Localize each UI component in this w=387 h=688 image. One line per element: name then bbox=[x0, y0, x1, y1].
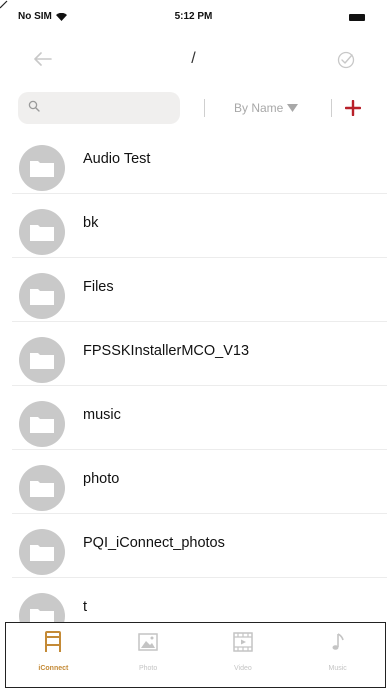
tab-label: Music bbox=[328, 665, 347, 672]
folder-icon bbox=[19, 465, 65, 511]
check-circle-icon bbox=[337, 51, 355, 69]
tab-label: Photo bbox=[138, 665, 158, 672]
add-button[interactable] bbox=[338, 94, 368, 122]
select-button[interactable] bbox=[331, 45, 361, 75]
file-name: PQI_iConnect_photos bbox=[83, 535, 225, 551]
file-list: Audio Test bk Files FPSSKInstallerMCO_V1… bbox=[0, 130, 387, 622]
tab-label: Video bbox=[233, 665, 252, 672]
folder-icon bbox=[19, 529, 65, 575]
list-item[interactable]: Files bbox=[0, 258, 387, 322]
list-item[interactable]: Audio Test bbox=[0, 130, 387, 194]
iconnect-icon bbox=[41, 629, 65, 655]
tab-music[interactable]: Music bbox=[290, 623, 385, 687]
list-item[interactable]: t bbox=[0, 578, 387, 622]
status-bar: No SIM 5:12 PM bbox=[0, 0, 387, 36]
folder-icon bbox=[19, 209, 65, 255]
file-name: bk bbox=[83, 215, 99, 231]
sort-dropdown[interactable]: By Name bbox=[234, 99, 299, 117]
tab-photo[interactable]: Photo bbox=[101, 623, 196, 687]
music-icon bbox=[326, 629, 350, 655]
file-name: FPSSKInstallerMCO_V13 bbox=[83, 343, 250, 359]
video-icon bbox=[231, 629, 255, 655]
toolbar-divider bbox=[331, 99, 332, 117]
tab-iconnect[interactable]: iConnect bbox=[6, 623, 101, 687]
plus-icon bbox=[345, 100, 361, 116]
list-item[interactable]: bk bbox=[0, 194, 387, 258]
photo-icon bbox=[136, 629, 160, 655]
nav-bar: / bbox=[0, 36, 387, 84]
folder-icon bbox=[19, 401, 65, 447]
toolbar-divider bbox=[204, 99, 205, 117]
search-input[interactable] bbox=[46, 92, 176, 124]
tab-label: iConnect bbox=[38, 665, 69, 672]
triangle-down-icon bbox=[287, 104, 299, 112]
list-item[interactable]: music bbox=[0, 386, 387, 450]
list-item[interactable]: PQI_iConnect_photos bbox=[0, 514, 387, 578]
sort-label: By Name bbox=[234, 101, 284, 115]
file-name: music bbox=[83, 407, 121, 423]
back-button[interactable] bbox=[28, 44, 58, 74]
tab-video[interactable]: Video bbox=[196, 623, 291, 687]
file-name: photo bbox=[83, 471, 120, 487]
folder-icon bbox=[19, 337, 65, 383]
page-title: / bbox=[191, 50, 196, 67]
search-bar[interactable] bbox=[18, 92, 180, 124]
folder-icon bbox=[19, 593, 65, 622]
status-time: 5:12 PM bbox=[174, 11, 213, 22]
search-icon bbox=[28, 100, 40, 112]
folder-icon bbox=[19, 145, 65, 191]
file-name: Audio Test bbox=[83, 151, 151, 167]
file-name: Files bbox=[83, 279, 114, 295]
file-name: t bbox=[83, 599, 88, 615]
tab-bar: iConnect Photo Video Music bbox=[5, 622, 386, 688]
arrow-left-icon bbox=[34, 52, 52, 66]
battery-icon bbox=[349, 14, 365, 21]
list-item[interactable]: FPSSKInstallerMCO_V13 bbox=[0, 322, 387, 386]
list-item[interactable]: photo bbox=[0, 450, 387, 514]
folder-icon bbox=[19, 273, 65, 319]
